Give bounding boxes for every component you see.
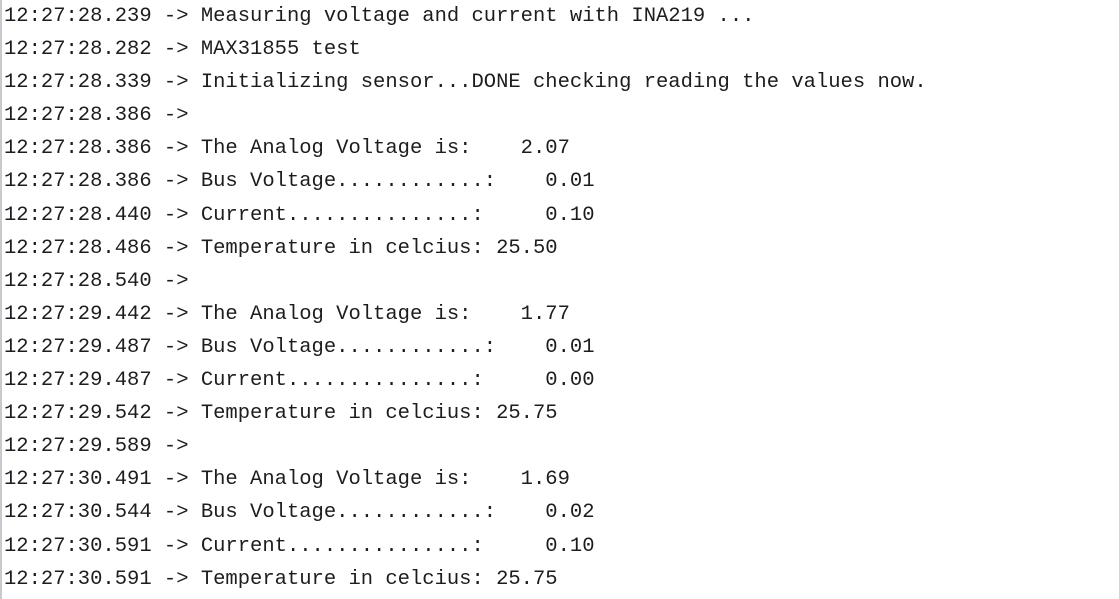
log-line: 12:27:28.486 -> Temperature in celcius: … <box>4 236 558 260</box>
log-line: 12:27:30.591 -> Temperature in celcius: … <box>4 567 558 591</box>
log-line: 12:27:29.589 -> <box>4 435 189 459</box>
log-line: 12:27:28.386 -> Bus Voltage............:… <box>4 170 595 194</box>
log-line: 12:27:28.339 -> Initializing sensor...DO… <box>4 71 927 95</box>
log-line: 12:27:30.591 -> Current...............: … <box>4 534 595 558</box>
log-line: 12:27:29.442 -> The Analog Voltage is: 1… <box>4 302 570 326</box>
log-line-list: 12:27:28.239 -> Measuring voltage and cu… <box>2 0 1119 596</box>
log-line: 12:27:29.542 -> Temperature in celcius: … <box>4 402 558 426</box>
log-line: 12:27:28.239 -> Measuring voltage and cu… <box>4 5 755 28</box>
log-line: 12:27:28.540 -> <box>4 269 189 293</box>
serial-monitor-output-pane[interactable]: 12:27:28.239 -> Measuring voltage and cu… <box>0 0 1119 599</box>
log-line: 12:27:28.386 -> <box>4 104 189 128</box>
log-line: 12:27:30.544 -> Bus Voltage............:… <box>4 501 595 525</box>
log-line: 12:27:30.491 -> The Analog Voltage is: 1… <box>4 468 570 492</box>
log-line: 12:27:28.386 -> The Analog Voltage is: 2… <box>4 137 570 161</box>
log-line: 12:27:29.487 -> Current...............: … <box>4 369 595 393</box>
log-line: 12:27:29.487 -> Bus Voltage............:… <box>4 335 595 359</box>
log-line: 12:27:28.440 -> Current...............: … <box>4 203 595 227</box>
log-line: 12:27:28.282 -> MAX31855 test <box>4 38 361 62</box>
